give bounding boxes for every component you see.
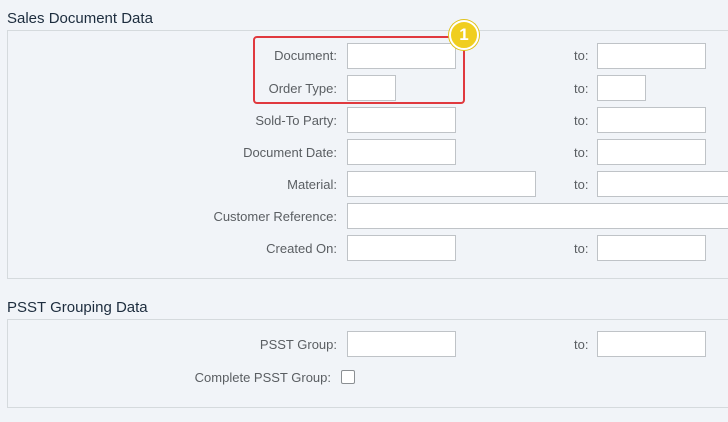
sold-to-party-to-input[interactable] <box>597 107 706 133</box>
psst-group-label: PSST Group: <box>259 337 337 352</box>
customer-reference-label: Customer Reference: <box>213 209 337 224</box>
document-to-input[interactable] <box>597 43 706 69</box>
order-type-to-label: to: <box>574 81 589 96</box>
created-on-from-input[interactable] <box>347 235 456 261</box>
sold-to-party-from-input[interactable] <box>347 107 456 133</box>
customer-reference-input[interactable] <box>347 203 728 229</box>
order-type-to-input[interactable] <box>597 75 646 101</box>
sold-to-party-label: Sold-To Party: <box>255 113 337 128</box>
material-label: Material: <box>287 177 337 192</box>
complete-psst-group-checkbox[interactable] <box>341 370 355 384</box>
step-badge: 1 <box>449 20 479 50</box>
material-from-input[interactable] <box>347 171 536 197</box>
complete-psst-group-label: Complete PSST Group: <box>194 370 331 385</box>
document-date-label: Document Date: <box>243 145 337 160</box>
psst-group-to-label: to: <box>574 337 589 352</box>
created-on-label: Created On: <box>266 241 337 256</box>
document-to-label: to: <box>574 48 589 63</box>
material-to-input[interactable] <box>597 171 728 197</box>
psst-section-title: PSST Grouping Data <box>7 299 148 316</box>
created-on-to-input[interactable] <box>597 235 706 261</box>
document-date-from-input[interactable] <box>347 139 456 165</box>
created-on-to-label: to: <box>574 241 589 256</box>
document-date-to-label: to: <box>574 145 589 160</box>
document-date-to-input[interactable] <box>597 139 706 165</box>
highlight-box <box>253 36 465 104</box>
sales-section-title: Sales Document Data <box>7 10 153 27</box>
material-to-label: to: <box>574 177 589 192</box>
psst-group-from-input[interactable] <box>347 331 456 357</box>
sold-to-party-to-label: to: <box>574 113 589 128</box>
psst-group-to-input[interactable] <box>597 331 706 357</box>
